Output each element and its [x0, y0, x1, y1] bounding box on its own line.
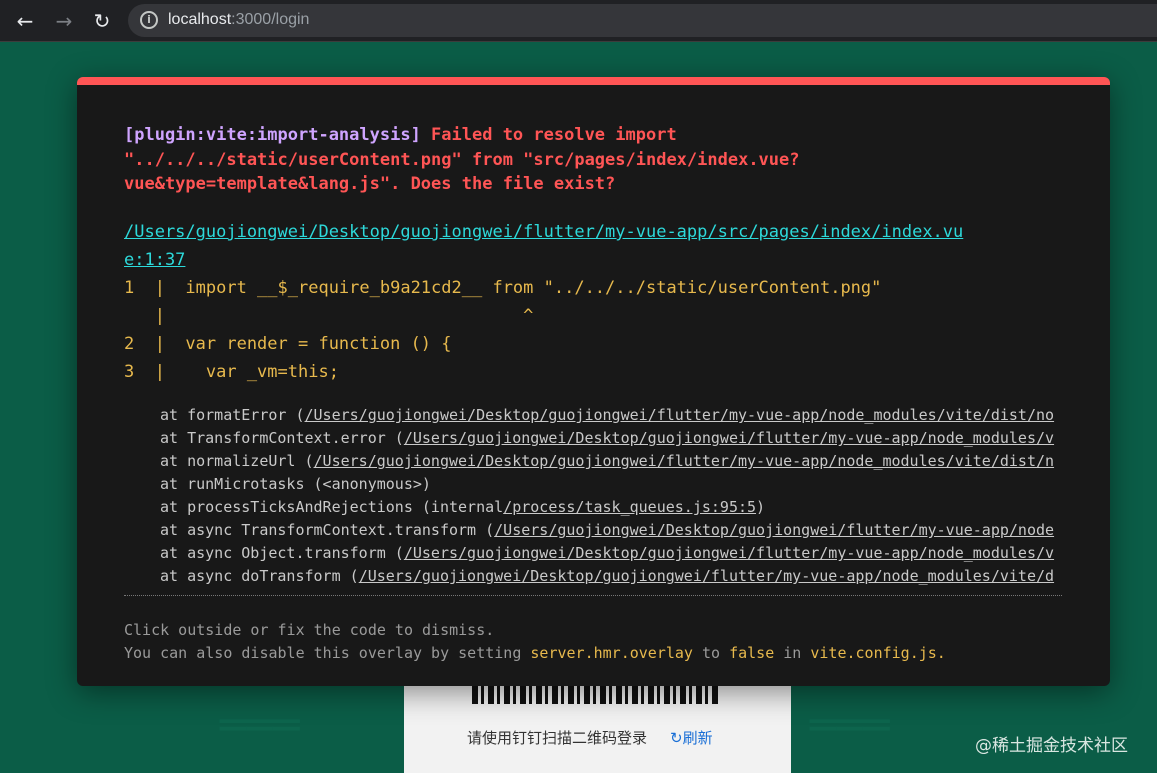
- stack-link[interactable]: /Users/guojiongwei/Desktop/guojiongwei/f…: [494, 521, 1054, 539]
- stack-text: at async Object.transform (: [160, 544, 404, 562]
- site-info-icon[interactable]: i: [140, 11, 158, 29]
- code-frame-line: 1 | import __$_require_b9a21cd2__ from "…: [124, 278, 882, 298]
- tip-disable: You can also disable this overlay by set…: [124, 644, 946, 662]
- stack-text: at runMicrotasks (<anonymous>): [160, 475, 431, 493]
- stack-line: at formatError (/Users/guojiongwei/Deskt…: [160, 406, 1054, 424]
- refresh-link[interactable]: ↻刷新: [670, 727, 713, 748]
- stack-text: at normalizeUrl (: [160, 452, 314, 470]
- forward-arrow-icon[interactable]: →: [51, 8, 77, 34]
- qr-instruction: 请使用钉钉扫描二维码登录: [467, 729, 648, 747]
- stack-line: at normalizeUrl (/Users/guojiongwei/Desk…: [160, 452, 1054, 470]
- background-decoration-left: ═══: [220, 700, 300, 751]
- error-message-line2: "../../../static/userContent.png" from "…: [124, 149, 800, 170]
- tip-code-setting: server.hmr.overlay: [530, 644, 693, 662]
- error-message-line3: vue&type=template&lang.js". Does the fil…: [124, 174, 616, 194]
- stack-line: at TransformContext.error (/Users/guojio…: [160, 429, 1054, 447]
- stack-line: at async Object.transform (/Users/guojio…: [160, 544, 1054, 562]
- url-path: :3000/login: [231, 11, 310, 28]
- error-file-link[interactable]: /Users/guojiongwei/Desktop/guojiongwei/f…: [124, 218, 963, 274]
- stack-link[interactable]: /Users/guojiongwei/Desktop/guojiongwei/f…: [314, 452, 1055, 470]
- plugin-name: [plugin:vite:import-analysis]: [124, 125, 421, 145]
- tip-text: in: [774, 644, 811, 662]
- stack-link[interactable]: /Users/guojiongwei/Desktop/guojiongwei/f…: [404, 544, 1054, 562]
- background-decoration-right: ═══: [810, 700, 890, 751]
- overlay-tip: Click outside or fix the code to dismiss…: [124, 619, 946, 665]
- url-text[interactable]: localhost:3000/login: [168, 11, 309, 29]
- refresh-label: 刷新: [682, 729, 713, 747]
- address-bar[interactable]: i localhost:3000/login: [128, 4, 1157, 37]
- watermark: @稀土掘金技术社区: [975, 736, 1128, 756]
- stack-link[interactable]: /Users/guojiongwei/Desktop/guojiongwei/f…: [305, 406, 1055, 424]
- tip-dismiss: Click outside or fix the code to dismiss…: [124, 621, 495, 639]
- tip-code-file: vite.config.js.: [810, 644, 946, 662]
- stack-trace: at formatError (/Users/guojiongwei/Deskt…: [160, 404, 1062, 588]
- file-path-line2: e:1:37: [124, 250, 186, 270]
- refresh-icon: ↻: [670, 729, 683, 747]
- file-path-line1: /Users/guojiongwei/Desktop/guojiongwei/f…: [124, 222, 964, 242]
- code-frame-caret: | ^: [124, 306, 534, 326]
- error-message-line1: Failed to resolve import: [420, 125, 677, 145]
- browser-toolbar: ← → ↻ i localhost:3000/login: [0, 0, 1157, 42]
- url-host: localhost: [168, 11, 232, 28]
- code-frame-line: 2 | var render = function () {: [124, 334, 452, 354]
- reload-icon[interactable]: ↻: [89, 8, 115, 34]
- stack-text: at TransformContext.error (: [160, 429, 404, 447]
- vite-error-overlay[interactable]: [plugin:vite:import-analysis] Failed to …: [77, 77, 1110, 686]
- stack-line: at async doTransform (/Users/guojiongwei…: [160, 567, 1054, 585]
- code-frame-line: 3 | var _vm=this;: [124, 362, 339, 382]
- stack-text: at async TransformContext.transform (: [160, 521, 495, 539]
- stack-line: at processTicksAndRejections (internal/p…: [160, 498, 765, 516]
- stack-text: at formatError (: [160, 406, 305, 424]
- stack-link[interactable]: /Users/guojiongwei/Desktop/guojiongwei/f…: [404, 429, 1054, 447]
- qr-login-card: 请使用钉钉扫描二维码登录 ↻刷新: [404, 680, 791, 773]
- stack-suffix: ): [756, 498, 766, 516]
- tip-text: to: [692, 644, 730, 662]
- back-arrow-icon[interactable]: ←: [12, 8, 38, 34]
- stack-line: at async TransformContext.transform (/Us…: [160, 521, 1054, 539]
- overlay-divider: [124, 595, 1062, 596]
- error-message: [plugin:vite:import-analysis] Failed to …: [124, 123, 1024, 197]
- stack-link[interactable]: /Users/guojiongwei/Desktop/guojiongwei/f…: [359, 567, 1054, 585]
- stack-text: at processTicksAndRejections (internal: [160, 498, 504, 516]
- code-frame: 1 | import __$_require_b9a21cd2__ from "…: [124, 274, 881, 386]
- tip-code-value: false: [729, 644, 775, 662]
- stack-link[interactable]: /process/task_queues.js:95:5: [503, 498, 756, 516]
- tip-text: You can also disable this overlay by set…: [124, 644, 531, 662]
- stack-text: at async doTransform (: [160, 567, 359, 585]
- stack-line: at runMicrotasks (<anonymous>): [160, 475, 431, 493]
